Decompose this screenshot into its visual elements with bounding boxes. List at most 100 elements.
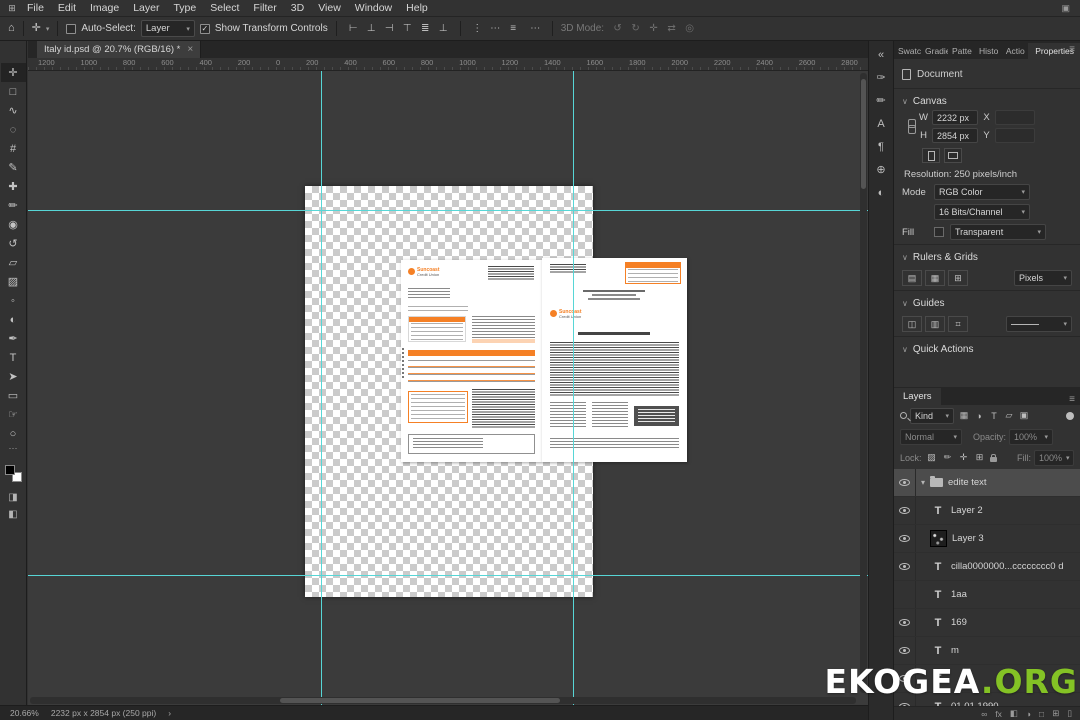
canvas-area[interactable]: Suncoast Credit Union Suncoast Credit Un…	[28, 71, 868, 705]
layer-row-content[interactable]: ▾ T 169	[916, 609, 1080, 636]
move-tool[interactable]: ✛	[0, 63, 26, 82]
menu-item[interactable]: Edit	[51, 2, 83, 14]
landscape-orientation-button[interactable]	[944, 148, 962, 163]
new-guide-icon[interactable]: ◫	[902, 316, 922, 332]
gradient-tool[interactable]: ▨	[1, 272, 26, 291]
horizontal-scrollbar[interactable]	[30, 697, 856, 704]
show-transform-checkbox[interactable]: ✓	[199, 23, 210, 34]
clone-source-panel-icon[interactable]: ⊕	[870, 158, 893, 181]
menu-item[interactable]: Type	[166, 2, 203, 14]
menu-item[interactable]: 3D	[284, 2, 311, 14]
layer-name[interactable]: edite text	[948, 477, 987, 488]
layer-name[interactable]: cilla0000000...cccccccc0 d	[951, 561, 1063, 572]
vertical-guide[interactable]	[573, 71, 574, 705]
quick-actions-section-header[interactable]: ∨ Quick Actions	[902, 340, 1072, 358]
horizontal-ruler[interactable]: 1200 1000 800 600 400 200 0 200 400 600 800 1000 120…	[28, 58, 868, 71]
layer-row[interactable]: ▾ T Layer 3	[894, 525, 1080, 553]
align-bottom-edges-icon[interactable]: ⊥	[435, 20, 452, 37]
layer-row[interactable]: ▾ T m	[894, 637, 1080, 665]
filter-toggle-icon[interactable]	[1066, 411, 1074, 420]
horizontal-guide[interactable]	[28, 210, 868, 211]
layer-row-content[interactable]: ▾ T m	[916, 637, 1080, 664]
vertical-scrollbar-thumb[interactable]	[861, 79, 866, 189]
lock-all-icon[interactable]	[989, 453, 997, 462]
character-panel-icon[interactable]: A	[870, 112, 893, 135]
spot-healing-brush-tool[interactable]: ✚	[1, 177, 26, 196]
menu-item[interactable]: File	[20, 2, 51, 14]
pen-tool[interactable]: ✒	[1, 329, 26, 348]
layer-effects-icon[interactable]: fx	[995, 709, 1002, 719]
layer-row[interactable]: ▾ T Layer 2	[894, 497, 1080, 525]
layer-row-content[interactable]: ▾ T Layer 3	[916, 525, 1080, 552]
menu-item[interactable]: Filter	[246, 2, 283, 14]
type-tool[interactable]: T	[1, 348, 26, 367]
guide-style-dropdown[interactable]: ▾	[1006, 316, 1072, 332]
layer-name[interactable]: m	[951, 645, 959, 656]
layer-name[interactable]: 169	[951, 617, 967, 628]
tab-layers[interactable]: Layers	[894, 388, 941, 405]
layer-row[interactable]: ▾ T edite text	[894, 469, 1080, 497]
path-selection-tool[interactable]: ➤	[1, 367, 26, 386]
auto-select-checkbox[interactable]	[66, 23, 77, 34]
home-icon[interactable]: ⌂	[8, 23, 15, 34]
layer-row-content[interactable]: ▾ T 1aa	[916, 581, 1080, 608]
crop-tool[interactable]: #	[1, 139, 26, 158]
filter-shape-layers-icon[interactable]: ▱	[1002, 409, 1016, 423]
toggle-rulers-icon[interactable]: ▤	[902, 270, 922, 286]
edit-toolbar-icon[interactable]: ⋯	[9, 443, 18, 457]
visibility-toggle[interactable]	[894, 609, 916, 636]
visibility-toggle[interactable]	[894, 497, 916, 524]
3d-roll-icon[interactable]: ↻	[627, 20, 644, 37]
lasso-tool[interactable]: ∿	[1, 101, 26, 120]
document-tab[interactable]: Italy id.psd @ 20.7% (RGB/16) * ×	[37, 41, 202, 58]
fill-swatch[interactable]	[934, 227, 944, 237]
layer-row-content[interactable]: ▾ T edite text	[916, 469, 1080, 496]
close-tab-icon[interactable]: ×	[187, 44, 193, 55]
menu-item[interactable]: View	[311, 2, 348, 14]
new-layer-icon[interactable]: ⊞	[1052, 708, 1059, 719]
menu-item[interactable]: Help	[399, 2, 435, 14]
filter-adjustment-layers-icon[interactable]: ◑	[972, 409, 986, 423]
expand-caret-icon[interactable]: ▾	[921, 478, 925, 487]
new-group-icon[interactable]: □	[1039, 709, 1044, 719]
filter-pixel-layers-icon[interactable]: ▦	[957, 409, 971, 423]
guides-section-header[interactable]: ∨ Guides	[902, 294, 1072, 312]
link-layers-icon[interactable]: ∞	[981, 709, 987, 719]
fill-dropdown[interactable]: Transparent ▾	[950, 224, 1046, 240]
visibility-toggle[interactable]	[894, 581, 916, 608]
layer-row-content[interactable]: ▾ T Layer 2	[916, 497, 1080, 524]
align-horizontal-centers-icon[interactable]: ⊥	[363, 20, 380, 37]
horizontal-guide[interactable]	[28, 575, 868, 576]
blur-tool[interactable]: ◦	[1, 291, 26, 310]
y-field[interactable]	[995, 128, 1035, 143]
link-dimensions-icon[interactable]	[908, 119, 916, 134]
toggle-grid-icon[interactable]: ▦	[925, 270, 945, 286]
lock-artboard-icon[interactable]: ⊞	[973, 451, 987, 465]
vertical-guide[interactable]	[321, 71, 322, 705]
align-vertical-centers-icon[interactable]: ≣	[417, 20, 434, 37]
status-chevron-icon[interactable]: ›	[168, 708, 171, 718]
blend-mode-dropdown[interactable]: Normal ▾	[900, 428, 962, 445]
add-layer-mask-icon[interactable]: ◧	[1010, 708, 1018, 719]
layer-row[interactable]: ▾ T 1aa	[894, 581, 1080, 609]
tab-actions[interactable]: Actio	[1002, 43, 1028, 59]
menu-item[interactable]: Image	[83, 2, 126, 14]
panel-menu-icon[interactable]: ≡	[1064, 44, 1080, 55]
clone-stamp-tool[interactable]: ◉	[1, 215, 26, 234]
layer-name[interactable]: Layer 2	[951, 505, 983, 516]
distribute-vertical-icon[interactable]: ⋮	[469, 20, 486, 37]
zoom-tool[interactable]: ○	[1, 424, 26, 443]
visibility-toggle[interactable]	[894, 553, 916, 580]
libraries-panel-icon[interactable]: ◐	[870, 181, 893, 204]
portrait-orientation-button[interactable]	[922, 148, 940, 163]
hand-tool[interactable]: ☞	[1, 405, 26, 424]
clear-guides-icon[interactable]: ⌗	[948, 316, 968, 332]
dodge-tool[interactable]: ◐	[1, 310, 26, 329]
tab-patterns[interactable]: Patte	[948, 43, 975, 59]
distribute-spacing-icon[interactable]: ≡	[505, 20, 522, 37]
width-field[interactable]: 2232 px	[932, 110, 978, 125]
lock-transparent-pixels-icon[interactable]: ▨	[925, 451, 939, 465]
canvas-section-header[interactable]: ∨ Canvas	[902, 92, 1072, 110]
new-adjustment-layer-icon[interactable]: ◑	[1026, 709, 1031, 719]
fill-dropdown[interactable]: 100% ▾	[1034, 449, 1074, 466]
